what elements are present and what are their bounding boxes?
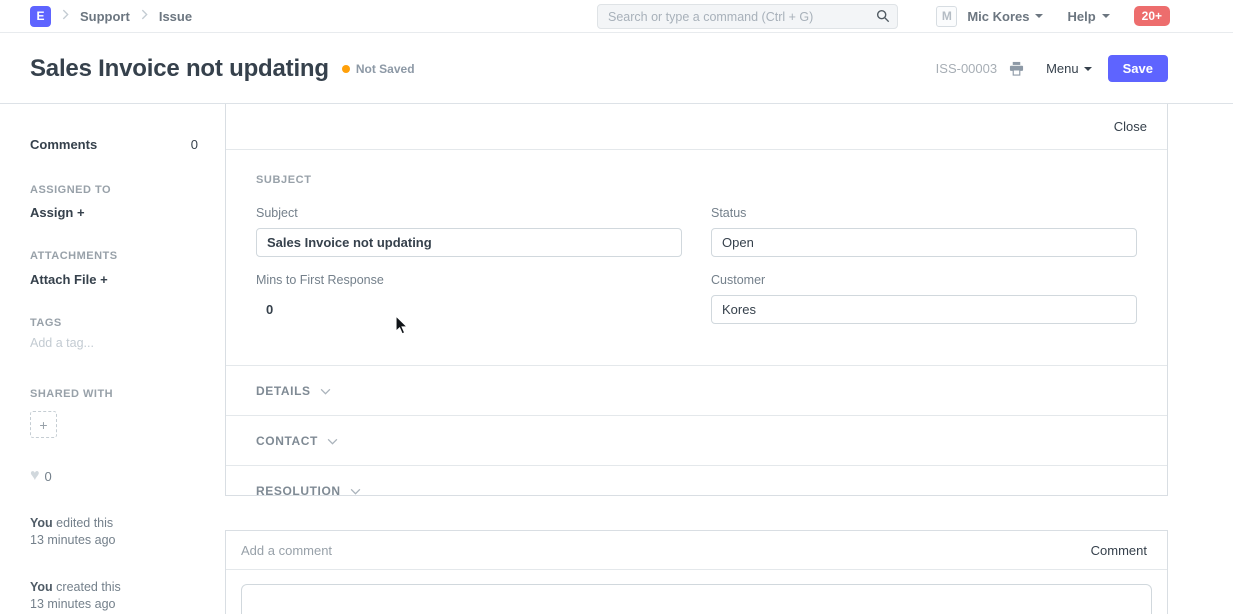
unsaved-label: Not Saved [356, 62, 415, 76]
status-field: Status [711, 206, 1137, 257]
help-dropdown[interactable]: Help [1067, 9, 1109, 24]
comments-card: Add a comment Comment [225, 530, 1168, 614]
chevron-down-icon [1035, 14, 1043, 18]
page-title: Sales Invoice not updating [30, 55, 329, 83]
attachments-heading: ATTACHMENTS [30, 250, 118, 262]
user-avatar[interactable]: M [936, 6, 957, 27]
subject-label: Subject [256, 206, 682, 220]
page-header: Sales Invoice not updating Not Saved ISS… [0, 33, 1233, 104]
comment-button[interactable]: Comment [1091, 543, 1147, 558]
add-comment-label: Add a comment [241, 543, 332, 558]
customer-input[interactable] [711, 295, 1137, 324]
close-button[interactable]: Close [1114, 119, 1147, 134]
search-icon[interactable] [876, 9, 890, 28]
activity-action: created this [53, 580, 121, 594]
activity-who: You [30, 580, 53, 594]
share-add-button[interactable]: + [30, 411, 57, 438]
like-button[interactable]: ♥ 0 [30, 468, 52, 484]
comments-label: Comments [30, 137, 97, 152]
mins-to-first-response-label: Mins to First Response [256, 273, 682, 287]
user-menu-label: Mic Kores [967, 9, 1029, 24]
top-navbar: E Support Issue M Mic Kores Help 20+ [0, 0, 1233, 33]
activity-when: 13 minutes ago [30, 533, 115, 547]
section-contact-toggle[interactable]: CONTACT [226, 415, 1167, 465]
assigned-to-heading: ASSIGNED TO [30, 184, 111, 196]
page-content: Comments 0 ASSIGNED TO Assign + ATTACHME… [0, 104, 1233, 613]
breadcrumb: E Support Issue [30, 0, 192, 32]
shared-with-heading: SHARED WITH [30, 388, 113, 400]
unsaved-indicator: Not Saved [342, 62, 415, 76]
status-dot-icon [342, 65, 350, 73]
add-tag-input[interactable]: Add a tag... [30, 336, 94, 350]
menu-label: Menu [1046, 61, 1079, 76]
mins-to-first-response-value: 0 [256, 295, 682, 317]
navbar-right: M Mic Kores Help 20+ [936, 0, 1170, 32]
status-label: Status [711, 206, 1137, 220]
issue-form-card: Close SUBJECT Subject Status Mins to Fir… [225, 104, 1168, 496]
chevron-right-icon [141, 7, 148, 25]
subject-field: Subject [256, 206, 682, 257]
breadcrumb-support[interactable]: Support [80, 9, 130, 24]
activity-when: 13 minutes ago [30, 597, 115, 611]
search-input[interactable] [597, 4, 898, 29]
breadcrumb-issue[interactable]: Issue [159, 9, 192, 24]
status-input[interactable] [711, 228, 1137, 257]
like-count: 0 [45, 469, 52, 484]
section-resolution-toggle[interactable]: RESOLUTION [226, 465, 1167, 515]
activity-created: You created this 13 minutes ago [30, 579, 121, 613]
mins-to-first-response-field: Mins to First Response 0 [256, 273, 682, 324]
chevron-down-icon [320, 382, 331, 400]
resolution-section-label: RESOLUTION [256, 484, 341, 498]
subject-section: SUBJECT Subject Status Mins to First Res… [226, 150, 1167, 340]
customer-field: Customer [711, 273, 1137, 324]
help-label: Help [1067, 9, 1095, 24]
global-search [597, 4, 898, 29]
customer-label: Customer [711, 273, 1137, 287]
chevron-down-icon [1084, 67, 1092, 71]
menu-dropdown[interactable]: Menu [1046, 61, 1092, 76]
activity-who: You [30, 516, 53, 530]
document-id: ISS-00003 [936, 61, 997, 76]
details-section-label: DETAILS [256, 384, 311, 398]
tags-heading: TAGS [30, 317, 62, 329]
comment-header: Add a comment Comment [226, 531, 1167, 570]
chevron-right-icon [62, 7, 69, 25]
contact-section-label: CONTACT [256, 434, 318, 448]
app-logo[interactable]: E [30, 6, 51, 27]
heart-icon: ♥ [30, 468, 40, 484]
chevron-down-icon [350, 482, 361, 500]
section-details-toggle[interactable]: DETAILS [226, 365, 1167, 415]
chevron-down-icon [1102, 14, 1110, 18]
form-toolbar: Close [226, 104, 1167, 150]
form-sidebar: Comments 0 ASSIGNED TO Assign + ATTACHME… [0, 104, 225, 613]
notifications-badge[interactable]: 20+ [1134, 6, 1170, 26]
subject-section-heading: SUBJECT [256, 174, 1137, 186]
attach-file-button[interactable]: Attach File + [30, 272, 108, 287]
print-icon[interactable] [1009, 61, 1024, 76]
sidebar-item-comments[interactable]: Comments 0 [30, 137, 198, 152]
user-menu-dropdown[interactable]: Mic Kores [967, 9, 1043, 24]
subject-input[interactable] [256, 228, 682, 257]
save-button[interactable]: Save [1108, 55, 1168, 82]
assign-button[interactable]: Assign + [30, 205, 85, 220]
chevron-down-icon [327, 432, 338, 450]
activity-edited: You edited this 13 minutes ago [30, 515, 115, 549]
comments-count: 0 [191, 137, 198, 152]
comment-input[interactable] [241, 584, 1152, 614]
activity-action: edited this [53, 516, 113, 530]
